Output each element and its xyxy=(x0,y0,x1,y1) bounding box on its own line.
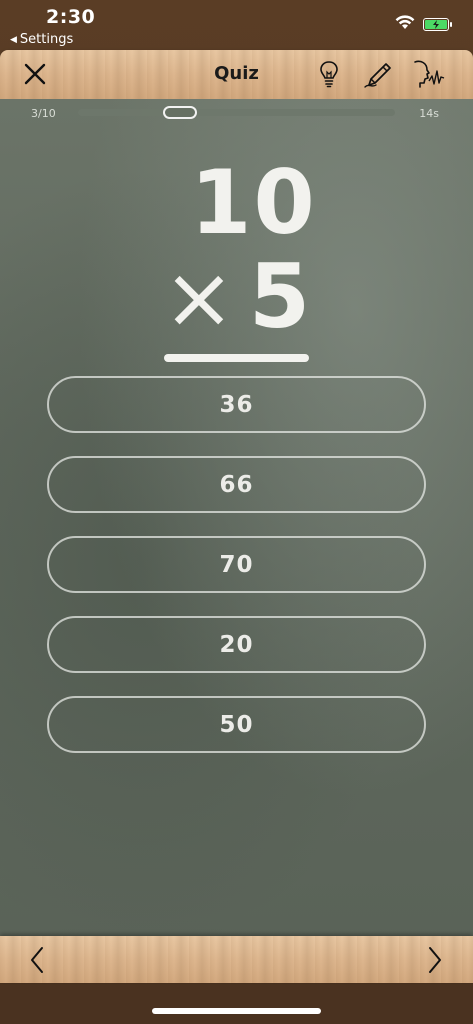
scratchpad-button[interactable] xyxy=(362,58,394,90)
status-bar: 2:30 ◀ Settings xyxy=(0,0,473,50)
battery-icon xyxy=(423,18,452,31)
answer-option-5[interactable]: 50 xyxy=(47,696,426,753)
speaking-head-icon xyxy=(414,60,445,88)
back-triangle-icon: ◀ xyxy=(10,34,17,45)
answer-option-2[interactable]: 66 xyxy=(47,456,426,513)
lightbulb-icon xyxy=(320,61,338,88)
back-label: Settings xyxy=(19,32,74,47)
read-aloud-button[interactable] xyxy=(410,58,446,90)
top-toolbar: Quiz xyxy=(0,50,473,99)
progress-thumb[interactable] xyxy=(163,106,197,119)
bottom-row: × 5 xyxy=(0,245,473,348)
next-button[interactable] xyxy=(420,945,450,975)
top-operand: 10 xyxy=(190,151,317,254)
bottom-operand: 5 xyxy=(248,245,311,348)
previous-button[interactable] xyxy=(22,945,52,975)
question-counter: 3/10 xyxy=(31,107,56,120)
chalkboard: 3/10 14s 10 × 5 36 66 70 20 50 xyxy=(0,99,473,936)
pencil-icon xyxy=(364,63,391,88)
home-indicator[interactable] xyxy=(152,1008,321,1014)
hint-button[interactable] xyxy=(313,58,345,90)
answer-option-1[interactable]: 36 xyxy=(47,376,426,433)
chevron-right-icon xyxy=(429,947,441,973)
progress-track xyxy=(78,106,395,119)
answer-options: 36 66 70 20 50 xyxy=(47,376,426,776)
timer-label: 14s xyxy=(419,107,439,120)
answer-option-4[interactable]: 20 xyxy=(47,616,426,673)
wifi-icon xyxy=(395,15,415,34)
multiply-operator: × xyxy=(162,248,235,348)
back-to-settings-link[interactable]: ◀ Settings xyxy=(10,32,73,47)
page-title: Quiz xyxy=(214,63,259,84)
quiz-screen: 2:30 ◀ Settings Quiz 3/10 14s 10 × 5 36 … xyxy=(0,0,473,1024)
bottom-navigation-bar xyxy=(0,936,473,983)
answer-option-3[interactable]: 70 xyxy=(47,536,426,593)
status-icons xyxy=(395,15,452,34)
status-time: 2:30 xyxy=(46,6,96,28)
equation-underline xyxy=(164,354,309,362)
chevron-left-icon xyxy=(31,947,43,973)
